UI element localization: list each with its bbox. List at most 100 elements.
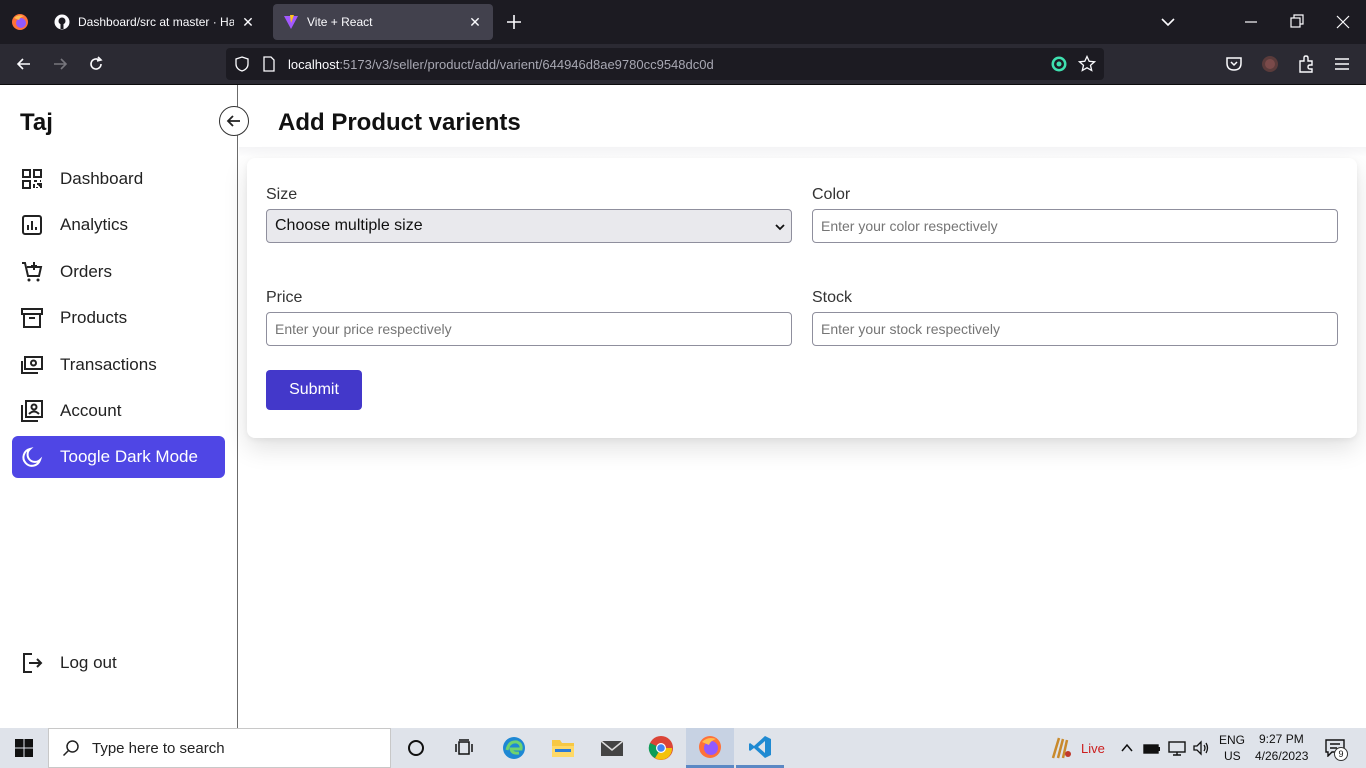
url-text[interactable]: localhost:5173/v3/seller/product/add/var…: [288, 57, 714, 72]
clock-date[interactable]: 4/26/2023: [1255, 749, 1308, 763]
search-icon: [62, 740, 79, 757]
chrome-icon: [648, 736, 673, 760]
network-icon[interactable]: [1167, 740, 1187, 756]
firefox-icon: [699, 735, 721, 758]
url-path: :5173/v3/seller/product/add/varient/6449…: [339, 57, 714, 72]
minimize-icon[interactable]: [1241, 12, 1261, 32]
shield-icon[interactable]: [234, 56, 250, 72]
extension-target-icon[interactable]: [1050, 55, 1068, 73]
logout-button[interactable]: Log out: [12, 642, 225, 684]
header-divider: [239, 147, 1366, 157]
tab-github[interactable]: Dashboard/src at master · Hayat ✕: [44, 4, 266, 40]
chevron-up-icon[interactable]: [1120, 742, 1134, 754]
variant-form-card: Size Choose multiple size Color Price St…: [247, 158, 1357, 438]
chart-icon: [22, 215, 42, 235]
price-input[interactable]: [266, 312, 792, 346]
tab-title: Vite + React: [307, 15, 373, 29]
close-tab-icon[interactable]: ✕: [467, 14, 483, 30]
taskbar-firefox[interactable]: [686, 728, 734, 768]
reload-icon[interactable]: [86, 54, 106, 74]
notification-count-badge: 9: [1334, 747, 1348, 761]
pocket-icon[interactable]: [1224, 54, 1244, 74]
cart-icon: [22, 262, 43, 282]
vite-icon: [284, 15, 298, 29]
sidebar-item-account[interactable]: Account: [12, 390, 225, 432]
github-icon: [54, 14, 70, 30]
forward-icon[interactable]: [50, 54, 70, 74]
extensions-icon[interactable]: [1296, 54, 1316, 74]
new-tab-icon[interactable]: [504, 12, 524, 32]
sidebar-item-label: Account: [60, 401, 122, 420]
sidebar-item-label: Products: [60, 308, 128, 327]
search-placeholder: Type here to search: [92, 739, 225, 757]
live-badge[interactable]: Live: [1081, 741, 1105, 756]
money-icon: [21, 356, 43, 374]
cortana-button[interactable]: [392, 728, 440, 768]
sidebar-item-dark-mode[interactable]: Toogle Dark Mode: [12, 436, 225, 478]
url-host: localhost: [288, 57, 340, 72]
collapse-sidebar-button[interactable]: [219, 106, 249, 136]
taskbar-file-explorer[interactable]: [539, 728, 587, 768]
sidebar-item-label: Transactions: [60, 355, 157, 374]
size-select[interactable]: Choose multiple size: [266, 209, 792, 243]
sidebar-item-label: Orders: [60, 262, 112, 281]
language-region[interactable]: US: [1224, 749, 1241, 763]
taskbar-vscode[interactable]: [736, 728, 784, 768]
browser-nav-bar: localhost:5173/v3/seller/product/add/var…: [0, 44, 1366, 85]
stock-label: Stock: [812, 289, 853, 306]
brand-logo: Taj: [20, 109, 53, 136]
bookmark-star-icon[interactable]: [1078, 55, 1096, 73]
list-all-tabs-icon[interactable]: [1158, 12, 1178, 32]
sidebar-item-label: Analytics: [60, 215, 129, 234]
volume-icon[interactable]: [1192, 740, 1210, 756]
cricket-live-icon[interactable]: [1047, 736, 1073, 760]
battery-icon[interactable]: [1143, 740, 1161, 756]
mail-icon: [600, 740, 624, 756]
clock-time[interactable]: 9:27 PM: [1259, 732, 1304, 746]
tab-vite-react[interactable]: Vite + React ✕: [273, 4, 493, 40]
account-avatar-icon[interactable]: [1260, 54, 1280, 74]
sidebar-item-orders[interactable]: Orders: [12, 251, 225, 293]
edge-icon: [503, 737, 525, 759]
sidebar-item-dashboard[interactable]: Dashboard: [12, 158, 225, 200]
account-icon: [21, 400, 43, 422]
taskbar-search[interactable]: Type here to search: [48, 728, 391, 768]
taskbar-edge[interactable]: [490, 728, 538, 768]
sidebar-item-label: Toogle Dark Mode: [60, 447, 198, 466]
close-tab-icon[interactable]: ✕: [240, 14, 256, 30]
grid-icon: [22, 169, 42, 189]
folder-icon: [552, 740, 574, 757]
language-code[interactable]: ENG: [1219, 733, 1245, 747]
windows-start-icon[interactable]: [14, 738, 34, 758]
sidebar-item-transactions[interactable]: Transactions: [12, 344, 225, 386]
taskbar: Type here to search Live ENG US 9:27 PM …: [0, 728, 1366, 768]
archive-icon: [21, 308, 43, 328]
taskbar-chrome[interactable]: [637, 728, 685, 768]
url-bar[interactable]: localhost:5173/v3/seller/product/add/var…: [226, 48, 1104, 80]
page-title: Add Product varients: [278, 109, 521, 136]
hamburger-menu-icon[interactable]: [1332, 54, 1352, 74]
task-view-button[interactable]: [440, 728, 488, 768]
restore-icon[interactable]: [1287, 12, 1307, 32]
browser-tab-bar: Dashboard/src at master · Hayat ✕ Vite +…: [0, 0, 1366, 44]
task-view-icon: [455, 739, 473, 755]
size-label: Size: [266, 186, 298, 203]
sidebar-item-analytics[interactable]: Analytics: [12, 204, 225, 246]
sidebar-item-label: Dashboard: [60, 169, 144, 188]
back-icon[interactable]: [14, 54, 34, 74]
logout-icon: [23, 653, 43, 673]
arrow-left-icon: [226, 115, 240, 127]
firefox-menu-icon[interactable]: [10, 12, 30, 32]
submit-button[interactable]: Submit: [266, 370, 362, 410]
page-info-icon[interactable]: [262, 56, 276, 72]
tab-title: Dashboard/src at master · Hayat: [78, 15, 234, 29]
stock-input[interactable]: [812, 312, 1338, 346]
close-window-icon[interactable]: [1333, 12, 1353, 32]
sidebar: Taj Dashboard Analytics Orders Products …: [0, 85, 238, 728]
moon-icon: [22, 447, 43, 467]
taskbar-mail[interactable]: [588, 728, 636, 768]
sidebar-item-products[interactable]: Products: [12, 297, 225, 339]
color-input[interactable]: [812, 209, 1338, 243]
price-label: Price: [266, 289, 303, 306]
color-label: Color: [812, 186, 851, 203]
